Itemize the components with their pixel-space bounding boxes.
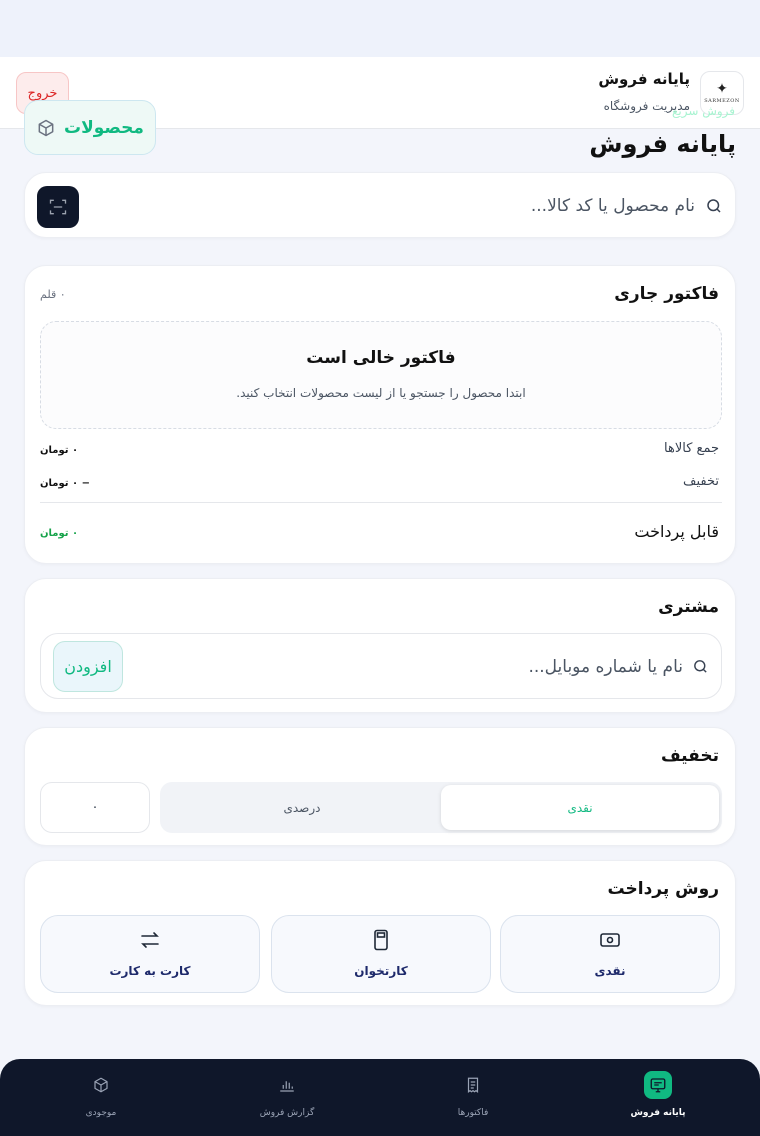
product-search-card xyxy=(24,172,736,238)
cube-icon xyxy=(38,119,54,136)
pos-terminal-icon xyxy=(374,929,388,951)
discount-label: تخفیف xyxy=(683,474,719,489)
empty-subtitle: ابتدا محصول را جستجو یا از لیست محصولات … xyxy=(236,386,526,400)
subtotal-value: ۰ تومان xyxy=(40,445,79,456)
bar-chart-icon xyxy=(273,1071,301,1099)
invoice-title: فاکتور جاری xyxy=(614,284,719,304)
products-button[interactable]: محصولات xyxy=(24,100,156,155)
item-count: ۰ قلم xyxy=(40,288,66,301)
payable-value: ۰ تومان xyxy=(40,528,79,539)
discount-card: تخفیف ۰ نقدی درصدی xyxy=(24,727,736,846)
payment-title: روش پرداخت xyxy=(607,879,720,899)
discount-type-toggle: نقدی درصدی xyxy=(160,782,722,833)
products-label: محصولات xyxy=(64,117,144,138)
search-icon xyxy=(694,660,707,673)
product-search-input[interactable] xyxy=(135,187,695,225)
page-title: پایانه فروش xyxy=(589,130,736,158)
customer-search-field: افزودن xyxy=(40,633,722,699)
payment-transfer-button[interactable]: کارت به کارت xyxy=(40,915,260,993)
subtotal-label: جمع کالاها xyxy=(664,441,719,456)
nav-item-inventory[interactable]: موجودی xyxy=(16,1059,186,1136)
transfer-icon xyxy=(141,932,159,948)
payment-pos-label: کارتخوان xyxy=(354,964,408,978)
nav-item-sales-report[interactable]: گزارش فروش xyxy=(202,1059,372,1136)
search-icon xyxy=(707,199,721,213)
status-strip xyxy=(0,0,760,57)
discount-type-cash[interactable]: نقدی xyxy=(441,785,719,830)
barcode-scan-button[interactable] xyxy=(37,186,79,228)
box-icon xyxy=(87,1071,115,1099)
nav-item-invoices[interactable]: فاکتورها xyxy=(388,1059,558,1136)
payment-method-card: روش پرداخت نقدی کارتخوان کارت به کارت xyxy=(24,860,736,1006)
nav-label-invoices: فاکتورها xyxy=(457,1108,489,1118)
customer-title: مشتری xyxy=(658,597,719,617)
empty-title: فاکتور خالی است xyxy=(306,348,456,368)
empty-invoice-placeholder: فاکتور خالی است ابتدا محصول را جستجو یا … xyxy=(40,321,722,429)
nav-label-inventory: موجودی xyxy=(85,1108,117,1118)
customer-card: مشتری افزودن xyxy=(24,578,736,713)
payment-cash-button[interactable]: نقدی xyxy=(500,915,720,993)
payment-cash-label: نقدی xyxy=(594,964,626,978)
invoice-card: فاکتور جاری ۰ قلم فاکتور خالی است ابتدا … xyxy=(24,265,736,564)
bird-logo-icon: ✦ xyxy=(716,81,728,97)
app-title: پایانه فروش xyxy=(598,70,690,88)
divider xyxy=(40,502,722,503)
customer-search-input[interactable] xyxy=(143,648,683,686)
discount-amount-input[interactable]: ۰ xyxy=(40,782,150,833)
scan-icon xyxy=(49,199,67,215)
payment-pos-button[interactable]: کارتخوان xyxy=(271,915,491,993)
nav-label-sales-report: گزارش فروش xyxy=(259,1108,315,1118)
receipt-icon xyxy=(459,1071,487,1099)
payable-label: قابل پرداخت xyxy=(634,522,719,541)
quick-sale-hint: فروش سریع xyxy=(672,104,736,118)
bottom-navigation: پایانه فروش فاکتورها گزارش فروش موجودی xyxy=(0,1059,760,1136)
discount-title: تخفیف xyxy=(660,746,719,766)
add-customer-button[interactable]: افزودن xyxy=(53,641,123,692)
discount-type-percent[interactable]: درصدی xyxy=(163,785,441,830)
cash-icon xyxy=(600,933,620,947)
pos-icon xyxy=(644,1071,672,1099)
nav-item-pos[interactable]: پایانه فروش xyxy=(573,1059,743,1136)
discount-value: − ۰ تومان xyxy=(40,478,90,489)
nav-label-pos: پایانه فروش xyxy=(630,1108,686,1118)
payment-transfer-label: کارت به کارت xyxy=(109,964,191,978)
